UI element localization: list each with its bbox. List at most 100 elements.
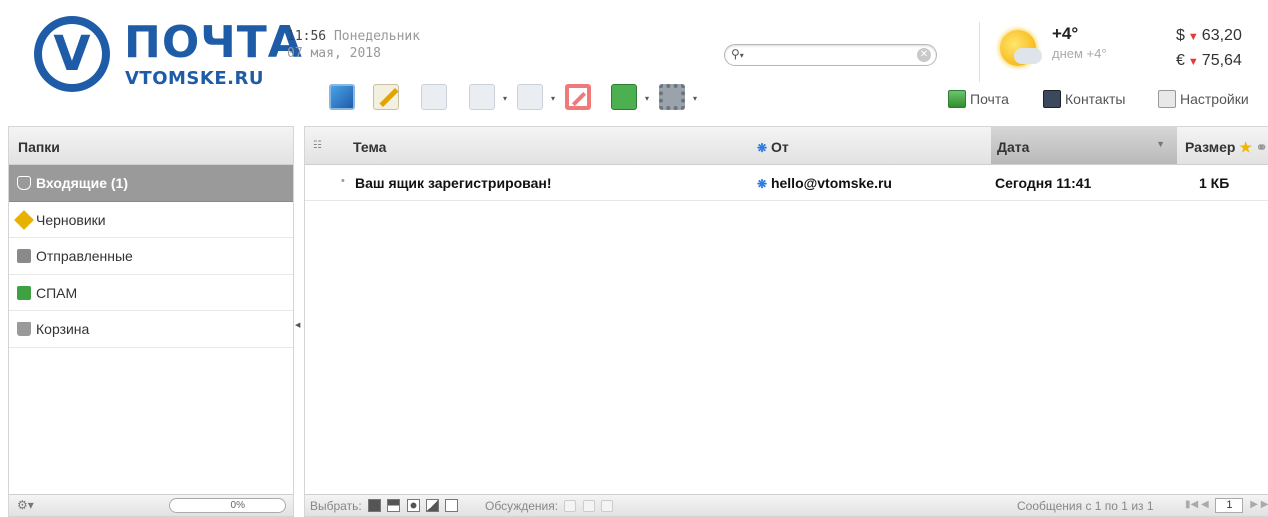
- clear-search-icon[interactable]: ✕: [917, 48, 931, 62]
- folder-label: Отправленные: [36, 248, 133, 264]
- rate-eur: € ▼ 75,64: [1176, 49, 1242, 74]
- thread-controls: Обсуждения:: [485, 499, 614, 513]
- divider: [979, 22, 980, 82]
- currency-symbol: €: [1176, 52, 1185, 69]
- weather-temperature: +4°: [1052, 24, 1079, 43]
- nav-contacts[interactable]: Контакты: [1043, 90, 1125, 108]
- folder-spam[interactable]: СПАМ: [9, 275, 293, 311]
- sent-icon: [17, 249, 31, 263]
- spam-icon: [611, 84, 637, 110]
- reply-button[interactable]: [417, 80, 451, 114]
- last-page-icon[interactable]: ▶▮: [1261, 499, 1268, 510]
- trash-icon: [17, 322, 31, 336]
- select-all-icon[interactable]: [368, 499, 382, 512]
- folder-label: Входящие (1): [36, 175, 128, 191]
- folder-label: Корзина: [36, 321, 90, 337]
- row-size: 1 КБ: [1199, 175, 1230, 191]
- compose-icon: [373, 84, 399, 110]
- header: V ПОЧТА VTOMSKE.RU 11:56 Понедельник 07 …: [0, 0, 1268, 125]
- pencil-icon: [14, 209, 34, 230]
- logo[interactable]: V ПОЧТА VTOMSKE.RU: [30, 10, 302, 92]
- select-unread-icon[interactable]: [406, 499, 420, 512]
- sun-cloud-icon: [1000, 30, 1042, 70]
- more-actions-dropdown-icon[interactable]: ▾: [693, 94, 697, 103]
- row-from-label: hello@vtomske.ru: [770, 175, 892, 191]
- unread-dot-icon: •: [341, 175, 345, 187]
- status-flag-icon: ❋: [757, 141, 768, 155]
- folder-label: Черновики: [36, 211, 106, 228]
- weekday: Понедельник: [333, 29, 421, 44]
- sort-desc-icon: ▼: [1156, 139, 1165, 149]
- column-from[interactable]: ❋ От: [757, 127, 789, 164]
- nav-mail[interactable]: Почта: [948, 90, 1009, 108]
- reply-all-dropdown-icon[interactable]: ▾: [503, 94, 507, 103]
- first-page-icon[interactable]: ▮◀: [1185, 499, 1198, 510]
- collapse-threads-icon[interactable]: [601, 500, 614, 512]
- folders-header: Папки: [9, 127, 293, 165]
- status-flag-icon: ❋: [757, 177, 768, 191]
- folders-panel: Папки Входящие (1) Черновики Отправленны…: [8, 126, 294, 517]
- row-from: ❋ hello@vtomske.ru: [757, 175, 892, 191]
- currency-symbol: $: [1176, 27, 1185, 44]
- search-icon[interactable]: ⚲▾: [731, 47, 744, 61]
- column-size[interactable]: Размер ★ ⚭: [1185, 127, 1268, 164]
- folder-drafts[interactable]: Черновики: [9, 202, 293, 238]
- column-from-label: От: [770, 139, 789, 155]
- compose-button[interactable]: [369, 80, 403, 114]
- more-actions-button[interactable]: [655, 80, 689, 114]
- trend-down-icon: ▼: [1187, 31, 1199, 43]
- row-date: Сегодня 11:41: [995, 175, 1092, 191]
- expand-all-icon[interactable]: [582, 500, 595, 512]
- column-date-label: Дата: [997, 139, 1030, 155]
- column-date[interactable]: Дата ▼: [991, 127, 1177, 164]
- folders-footer: ⚙▾ 0%: [9, 494, 293, 516]
- folder-settings-icon[interactable]: ⚙▾: [17, 498, 34, 512]
- message-list: ☷ Тема ❋ От Дата ▼ Размер ★ ⚭ • Ваш ящик …: [304, 126, 1268, 517]
- mail-icon: [948, 90, 966, 108]
- table-row[interactable]: • Ваш ящик зарегистрирован! ❋ hello@vtom…: [305, 165, 1268, 201]
- delete-button[interactable]: [561, 80, 595, 114]
- logo-letter: V: [53, 26, 91, 82]
- select-label: Выбрать:: [310, 499, 362, 513]
- settings-icon: [1158, 90, 1176, 108]
- next-page-icon[interactable]: ▶: [1250, 499, 1258, 510]
- current-time: 11:56: [287, 29, 327, 44]
- nav-contacts-label: Контакты: [1065, 91, 1126, 107]
- rate-usd: $ ▼ 63,20: [1176, 24, 1242, 49]
- settings-gear-icon: [659, 84, 685, 110]
- thread-toggle-icon[interactable]: ☷: [313, 127, 322, 164]
- delete-icon: [565, 84, 591, 110]
- forward-button[interactable]: [513, 80, 547, 114]
- select-page-icon[interactable]: [387, 499, 401, 512]
- rate-value: 63,20: [1201, 27, 1242, 44]
- search-input[interactable]: [753, 47, 903, 63]
- page-number-input[interactable]: 1: [1215, 498, 1244, 513]
- reply-all-button[interactable]: [465, 80, 499, 114]
- expand-threads-icon[interactable]: [564, 500, 577, 512]
- refresh-icon: [329, 84, 355, 110]
- folder-trash[interactable]: Корзина: [9, 311, 293, 348]
- column-subject[interactable]: Тема: [353, 127, 386, 164]
- pane-splitter[interactable]: ◀: [294, 126, 304, 517]
- column-size-label: Размер: [1185, 139, 1236, 155]
- folder-inbox[interactable]: Входящие (1): [9, 165, 293, 202]
- logo-subtitle: VTOMSKE.RU: [125, 68, 264, 89]
- list-header: ☷ Тема ❋ От Дата ▼ Размер ★ ⚭: [305, 127, 1268, 165]
- forward-dropdown-icon[interactable]: ▾: [551, 94, 555, 103]
- logo-title: ПОЧТА: [124, 17, 303, 68]
- spam-button[interactable]: [607, 80, 641, 114]
- prev-page-icon[interactable]: ◀: [1201, 499, 1209, 510]
- refresh-button[interactable]: [325, 80, 359, 114]
- nav-settings[interactable]: Настройки: [1158, 90, 1249, 108]
- reply-all-icon: [469, 84, 495, 110]
- collapse-arrow-icon[interactable]: ◀: [295, 321, 300, 329]
- forward-icon: [517, 84, 543, 110]
- currency-rates: $ ▼ 63,20 € ▼ 75,64: [1176, 24, 1242, 74]
- select-none-icon[interactable]: [445, 499, 459, 512]
- message-count: Сообщения с 1 по 1 из 1: [1017, 499, 1154, 513]
- current-date: 07 мая, 2018: [287, 46, 381, 61]
- select-invert-icon[interactable]: [426, 499, 440, 512]
- quota-bar: 0%: [169, 498, 286, 513]
- spam-dropdown-icon[interactable]: ▾: [645, 94, 649, 103]
- folder-sent[interactable]: Отправленные: [9, 238, 293, 275]
